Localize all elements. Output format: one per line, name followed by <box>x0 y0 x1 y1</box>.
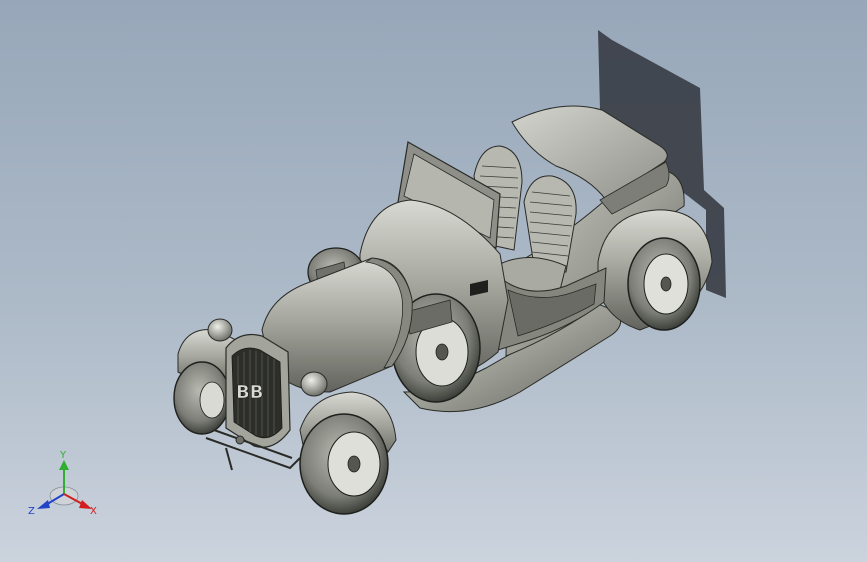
z-axis-label: Z <box>28 506 35 517</box>
headlamp-right <box>300 371 328 397</box>
model-view[interactable]: BB <box>0 0 867 562</box>
y-axis-label: Y <box>59 450 67 461</box>
y-axis-arrow-icon <box>59 460 69 470</box>
reference-triad: Y X Z <box>28 448 104 524</box>
graphics-viewport[interactable]: BB Y X Z <box>0 0 867 562</box>
grille-badge: BB <box>236 382 263 403</box>
headlamp-left <box>207 318 233 342</box>
z-axis-arrow-icon <box>37 500 50 509</box>
front-left-tire <box>173 361 231 435</box>
rear-right-wheel <box>627 237 701 331</box>
starter-crank <box>235 435 245 445</box>
front-right-wheel <box>299 413 389 515</box>
x-axis-label: X <box>90 506 97 517</box>
